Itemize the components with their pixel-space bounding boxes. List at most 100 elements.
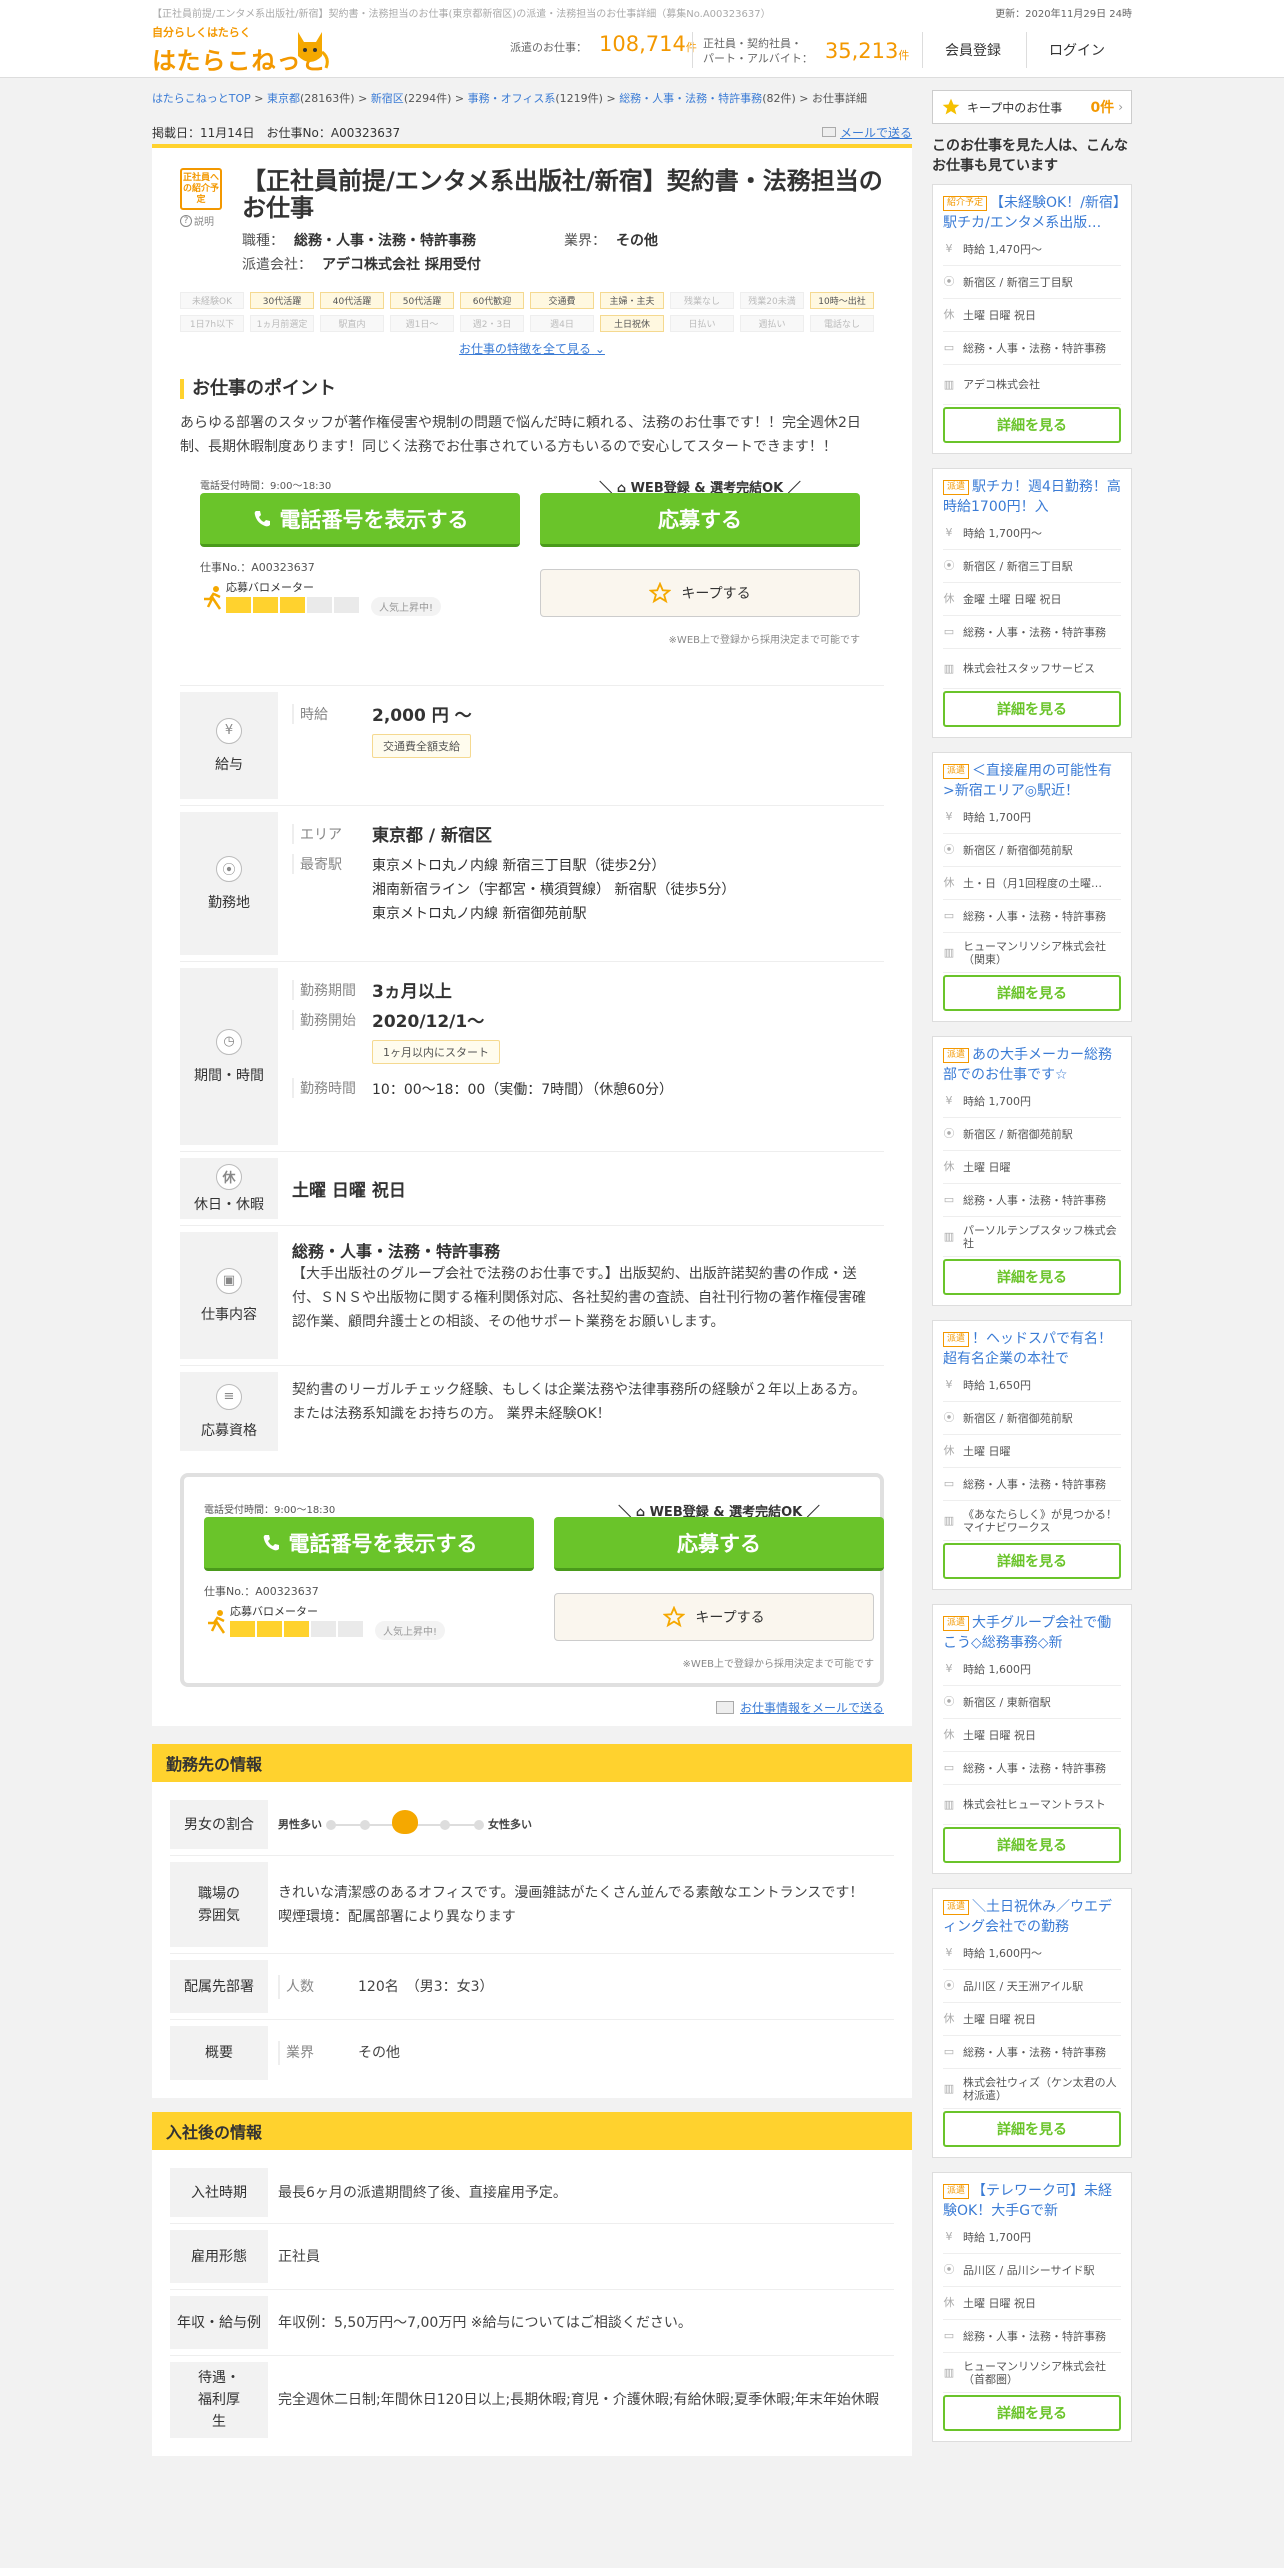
recommend-holiday: 休土・日（月1回程度の土曜… <box>943 867 1121 900</box>
recommend-job-value: 総務・人事・法務・特許事務 <box>963 2046 1106 2059</box>
yen-icon: ¥ <box>945 526 953 539</box>
income-head: 年収・給与例 <box>170 2296 268 2349</box>
holiday-body: 土曜 日曜 祝日 <box>278 1158 884 1219</box>
mail-send-link[interactable]: メールで送る <box>821 124 912 141</box>
recommend-company: ▥ パーソルテンプスタッフ株式会社 <box>943 1217 1121 1257</box>
feature-tag: 週払い <box>740 315 804 332</box>
recommend-wage: ¥ 時給 1,700円 <box>943 801 1121 834</box>
recommend-title-link[interactable]: 派遣 駅チカ！週4日勤務！高時給1700円！入 <box>943 477 1121 517</box>
running-person-icon <box>208 1610 226 1634</box>
detail-button[interactable]: 詳細を見る <box>943 1827 1121 1863</box>
building-icon: ▥ <box>943 1513 955 1527</box>
cta-inner: 電話受付時間：9:00～18:30 電話番号を表示する 仕事No.：A00323… <box>204 1501 884 1681</box>
barometer-cell <box>284 1621 309 1637</box>
recommend-holiday-value: 土曜 日曜 祝日 <box>963 309 1036 322</box>
recommend-place-value: 新宿区 / 新宿御苑前駅 <box>963 1412 1073 1425</box>
recommend-wage: ¥ 時給 1,700円～ <box>943 517 1121 550</box>
barometer-cells <box>226 597 359 613</box>
yen-icon: ¥ <box>945 1094 953 1107</box>
detail-button[interactable]: 詳細を見る <box>943 407 1121 443</box>
recommend-title-link[interactable]: 派遣 ＼土日祝休み／ウエディング会社での勤務 <box>943 1897 1121 1937</box>
applicant-barometer: 応募バロメーター 人気上昇中! <box>200 579 442 616</box>
keep-button[interactable]: キープする <box>540 569 860 617</box>
job-head: 【正社員前提/エンタメ系出版社/新宿】契約書・法務担当のお仕事 職種： 総務・人… <box>236 168 884 274</box>
breadcrumb-sep: > <box>795 92 812 105</box>
recommend-title-link[interactable]: 派遣 ！ヘッドスパで有名！超有名企業の本社で <box>943 1329 1121 1369</box>
detail-button[interactable]: 詳細を見る <box>943 975 1121 1011</box>
breadcrumb-tokyo[interactable]: 東京都 <box>267 92 300 105</box>
summary-row: 概要 業界 その他 <box>170 2020 894 2086</box>
show-phone-button[interactable]: 電話番号を表示する <box>200 493 520 547</box>
detail-button[interactable]: 詳細を見る <box>943 2111 1121 2147</box>
cta-box-top: 電話受付時間：9:00～18:30 電話番号を表示する 仕事No.：A00323… <box>200 477 864 673</box>
detail-button[interactable]: 詳細を見る <box>943 2395 1121 2431</box>
recommend-tag: 派遣 <box>943 480 970 495</box>
term-label: 勤務期間 <box>292 980 372 1000</box>
barometer-title: 応募バロメーター <box>226 581 314 594</box>
recommend-title-link[interactable]: 派遣 あの大手メーカー総務部でのお仕事です☆ <box>943 1045 1121 1085</box>
barometer-cell <box>253 597 278 613</box>
recommend-job-value: 総務・人事・法務・特許事務 <box>963 1194 1106 1207</box>
detail-button[interactable]: 詳細を見る <box>943 1543 1121 1579</box>
register-button[interactable]: 会員登録 <box>922 32 1023 68</box>
job-number: 仕事No.：A00323637 <box>204 1585 319 1598</box>
category-icon: ▭ <box>943 2045 955 2058</box>
job-title-row: 正社員への紹介予定 ? 説明 【正社員前提/エンタメ系出版社/新宿】契約書・法務担… <box>180 168 884 274</box>
recommend-title-link[interactable]: 派遣 大手グループ会社で働こう◇総務事務◇新 <box>943 1613 1121 1653</box>
recommend-holiday: 休土曜 日曜 祝日 <box>943 2003 1121 2036</box>
breadcrumb-count: (2294件) <box>403 92 452 105</box>
recommend-title-link[interactable]: 派遣 ＜直接雇用の可能性有>新宿エリア◎駅近！ <box>943 761 1121 801</box>
keep-button[interactable]: キープする <box>554 1593 874 1641</box>
mood-head: 職場の雰囲気 <box>170 1862 268 1947</box>
recommend-job: ▭ 総務・人事・法務・特許事務 <box>943 332 1121 365</box>
breadcrumb-sep: > <box>250 92 268 105</box>
employment-type-value: 正社員 <box>278 2248 320 2265</box>
breadcrumb: はたらこねっとTOP > 東京都(28163件) > 新宿区(2294件) > … <box>152 90 867 106</box>
map-pin-icon: ⦿ <box>943 1127 955 1140</box>
email-job-info-link[interactable]: お仕事情報をメールで送る <box>180 1699 884 1716</box>
office-section: 男女の割合 男性多い 女性多い 職場の雰囲気 きれいな清潔感のあるオフィスです。… <box>152 1782 912 2098</box>
recommend-wage: ¥ 時給 1,700円 <box>943 2221 1121 2254</box>
area-value: 東京都 / 新宿区 <box>372 826 493 846</box>
badge-help-link[interactable]: ? 説明 <box>180 213 236 228</box>
recommend-title-link[interactable]: 派遣 【テレワーク可】未経験OK！大手Gで新 <box>943 2181 1121 2221</box>
more-features-link[interactable]: お仕事の特徴を全て見る ⌄ <box>180 340 884 357</box>
period-head: ◷ 期間・時間 <box>180 968 278 1145</box>
barometer-note: 人気上昇中! <box>375 1621 446 1640</box>
recommend-company-value: 株式会社ウィズ（ケン太君の人材派遣） <box>963 2075 1117 2102</box>
scale-dot <box>326 1819 336 1830</box>
running-person-icon <box>204 586 222 610</box>
recommend-title-link[interactable]: 紹介予定 【未経験OK！/新宿】駅チカ/エンタメ系出版… <box>943 193 1121 233</box>
breadcrumb-shinjuku[interactable]: 新宿区 <box>371 92 404 105</box>
applicant-barometer: 応募バロメーター 人気上昇中! <box>204 1603 446 1640</box>
period-body: 勤務期間 3ヵ月以上 勤務開始 2020/12/1～ 1ヶ月以内にスタート 勤務時間 1… <box>278 968 884 1145</box>
salary-head: ¥ 給与 <box>180 692 278 799</box>
keep-list-button[interactable]: キープ中のお仕事 0件 › <box>932 90 1132 124</box>
detail-button[interactable]: 詳細を見る <box>943 691 1121 727</box>
recommend-holiday-value: 土曜 日曜 祝日 <box>963 2013 1036 2026</box>
barometer-cell <box>338 1621 363 1637</box>
apply-button[interactable]: 応募する <box>540 493 860 547</box>
breadcrumb-count: (1219件) <box>555 92 603 105</box>
barometer-main: 応募バロメーター <box>226 579 359 613</box>
breadcrumb-top[interactable]: はたらこねっとTOP <box>152 92 251 105</box>
keep-list-label: キープ中のお仕事 <box>967 100 1063 115</box>
login-button[interactable]: ログイン <box>1026 32 1127 68</box>
show-phone-button[interactable]: 電話番号を表示する <box>204 1517 534 1571</box>
job-number: 仕事No.：A00323637 <box>200 561 315 574</box>
feature-tag: 日払い <box>670 315 734 332</box>
map-pin-icon: ⦿ <box>943 275 955 288</box>
breadcrumb-office[interactable]: 事務・オフィス系 <box>468 92 556 105</box>
apply-button[interactable]: 応募する <box>554 1517 884 1571</box>
breadcrumb-category[interactable]: 総務・人事・法務・特許事務 <box>619 92 762 105</box>
holiday-icon: 休 <box>216 1163 242 1190</box>
job-detail-table: ¥ 給与 時給 2,000 円 ～ 交通費全額支給 ⦿ 勤務地 エリア 東京都 / 新宿区… <box>180 685 884 1457</box>
feature-tag: 電話なし <box>810 315 874 332</box>
yen-icon: ¥ <box>216 717 242 744</box>
recommend-job-value: 総務・人事・法務・特許事務 <box>963 910 1106 923</box>
building-icon: ▥ <box>943 945 955 959</box>
employment-type-row: 雇用形態 正社員 <box>170 2224 894 2290</box>
recommend-tag: 派遣 <box>943 2184 970 2199</box>
detail-button[interactable]: 詳細を見る <box>943 1259 1121 1295</box>
gender-scale <box>326 1809 484 1834</box>
